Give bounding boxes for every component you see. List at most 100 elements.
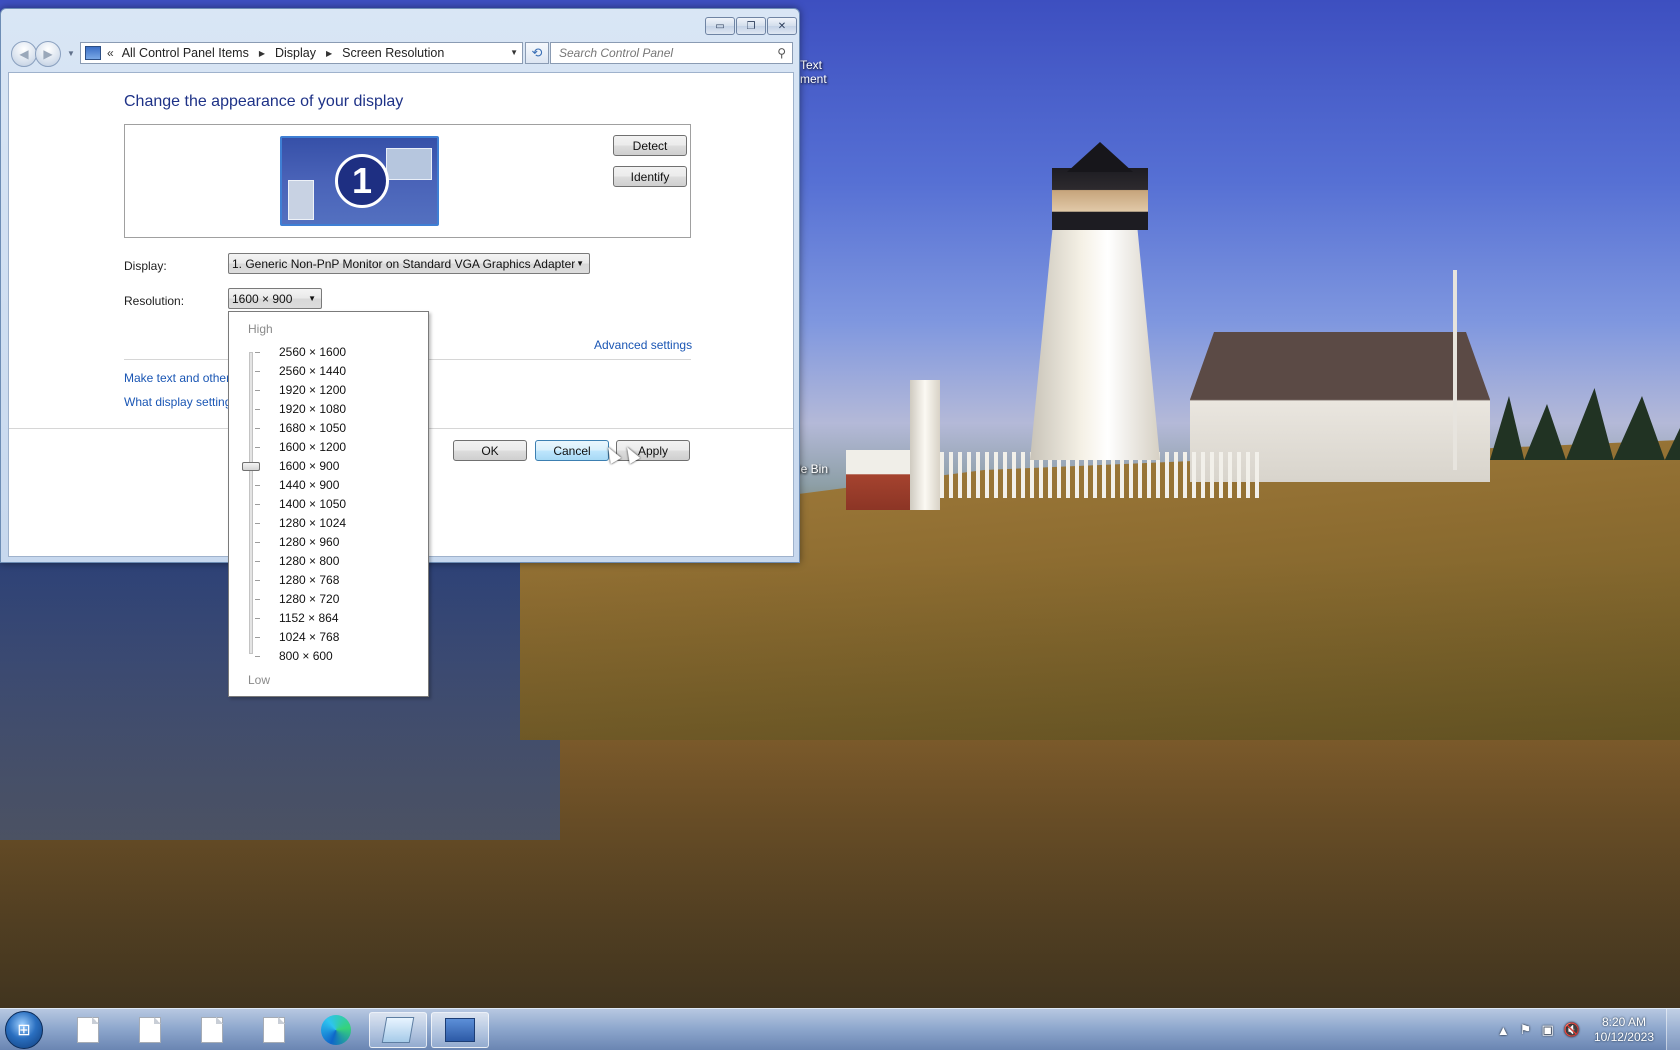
resolution-option[interactable]: 1152 × 864 <box>279 609 419 627</box>
document-icon <box>77 1017 99 1043</box>
recent-pages-dropdown-icon[interactable]: ▼ <box>67 49 75 58</box>
monitor-window-glyph <box>386 148 432 180</box>
back-button[interactable]: ◀ <box>11 41 37 67</box>
document-icon <box>139 1017 161 1043</box>
wallpaper-lighthouse-lantern <box>1052 168 1148 230</box>
monitor-arrangement-box: 1 Detect Identify <box>124 124 691 238</box>
resolution-option[interactable]: 1440 × 900 <box>279 476 419 494</box>
slider-tick-mark <box>255 656 260 657</box>
breadcrumb-all-control-panel-items[interactable]: All Control Panel Items <box>122 46 249 60</box>
control-panel-icon <box>445 1018 475 1042</box>
resolution-option[interactable]: 1600 × 1200 <box>279 438 419 456</box>
resolution-option[interactable]: 1920 × 1080 <box>279 400 419 418</box>
close-button[interactable]: ✕ <box>767 17 797 35</box>
slider-tick-mark <box>255 428 260 429</box>
search-icon[interactable]: ⚲ <box>777 46 786 60</box>
slider-tick-mark <box>255 409 260 410</box>
resolution-option[interactable]: 2560 × 1440 <box>279 362 419 380</box>
resolution-option[interactable]: 1280 × 768 <box>279 571 419 589</box>
display-settings-help-link[interactable]: What display setting <box>124 395 231 409</box>
resolution-select[interactable]: 1600 × 900 ▼ <box>228 288 322 309</box>
resolution-option[interactable]: 1280 × 1024 <box>279 514 419 532</box>
taskbar-text-document-3[interactable] <box>183 1012 241 1048</box>
show-desktop-button[interactable] <box>1666 1009 1680 1050</box>
document-icon <box>201 1017 223 1043</box>
minimize-button[interactable]: ▭ <box>705 17 735 35</box>
slider-tick-mark <box>255 390 260 391</box>
taskbar-edge-browser[interactable] <box>307 1012 365 1048</box>
slider-tick-mark <box>255 523 260 524</box>
chevron-down-icon: ▼ <box>576 259 584 268</box>
chevron-down-icon: ▼ <box>308 294 316 303</box>
resolution-option[interactable]: 1920 × 1200 <box>279 381 419 399</box>
monitor-1-thumbnail[interactable]: 1 <box>280 136 439 226</box>
resolution-slider-track[interactable] <box>249 352 253 654</box>
desktop-icon-recycle-bin-label[interactable]: le Bin <box>798 462 828 476</box>
clock-date: 10/12/2023 <box>1593 1030 1654 1044</box>
clock[interactable]: 8:20 AM 10/12/2023 <box>1594 1015 1654 1045</box>
restore-button[interactable]: ❐ <box>736 17 766 35</box>
resolution-label: Resolution: <box>124 294 185 308</box>
volume-muted-icon[interactable]: 🔇 <box>1564 1022 1580 1038</box>
resolution-option[interactable]: 1680 × 1050 <box>279 419 419 437</box>
navigation-bar: ◀ ▶ ▼ « All Control Panel Items ▶ Displa… <box>9 41 793 67</box>
taskbar-control-panel[interactable] <box>431 1012 489 1048</box>
slider-tick-mark <box>255 371 260 372</box>
forward-button[interactable]: ▶ <box>35 41 61 67</box>
breadcrumb-separator-icon[interactable]: ▶ <box>259 49 265 58</box>
ok-button[interactable]: OK <box>453 440 527 461</box>
address-bar[interactable]: « All Control Panel Items ▶ Display ▶ Sc… <box>80 42 523 64</box>
page-title: Change the appearance of your display <box>124 93 404 110</box>
breadcrumb-separator-icon[interactable]: ▶ <box>326 49 332 58</box>
identify-button[interactable]: Identify <box>613 166 687 187</box>
resolution-option[interactable]: 1400 × 1050 <box>279 495 419 513</box>
start-button[interactable]: ⊞ <box>5 1011 43 1049</box>
detect-button[interactable]: Detect <box>613 135 687 156</box>
cancel-button[interactable]: Cancel <box>535 440 609 461</box>
desktop-icon-label-line2: ment <box>800 72 827 86</box>
wallpaper-trees <box>1490 388 1680 460</box>
network-icon[interactable]: ▣ <box>1541 1022 1553 1038</box>
taskbar-text-document-1[interactable] <box>59 1012 117 1048</box>
resolution-option[interactable]: 1280 × 800 <box>279 552 419 570</box>
breadcrumb-display[interactable]: Display <box>275 46 316 60</box>
windows-logo-icon: ⊞ <box>17 1022 31 1039</box>
text-size-link[interactable]: Make text and other <box>124 371 230 385</box>
refresh-button[interactable]: ⟲ <box>525 42 549 64</box>
resolution-slider-thumb[interactable] <box>242 462 260 471</box>
taskbar-text-document-4[interactable] <box>245 1012 303 1048</box>
refresh-icon: ⟲ <box>531 45 543 60</box>
slider-tick-mark <box>255 561 260 562</box>
slider-tick-mark <box>255 447 260 448</box>
notepad-icon <box>381 1017 415 1043</box>
resolution-option[interactable]: 1024 × 768 <box>279 628 419 646</box>
resolution-option[interactable]: 800 × 600 <box>279 647 419 665</box>
slider-tick-mark <box>255 542 260 543</box>
taskbar-notepad[interactable] <box>369 1012 427 1048</box>
clock-time: 8:20 AM <box>1601 1015 1646 1029</box>
slider-tick-mark <box>255 599 260 600</box>
display-select-value: 1. Generic Non-PnP Monitor on Standard V… <box>232 256 576 271</box>
search-box[interactable]: ⚲ <box>550 42 793 64</box>
slider-tick-mark <box>255 504 260 505</box>
resolution-select-value: 1600 × 900 <box>232 291 293 306</box>
display-select[interactable]: 1. Generic Non-PnP Monitor on Standard V… <box>228 253 590 274</box>
slider-tick-mark <box>255 580 260 581</box>
forward-arrow-icon: ▶ <box>43 47 53 61</box>
advanced-settings-link[interactable]: Advanced settings <box>594 338 692 352</box>
taskbar-text-document-2[interactable] <box>121 1012 179 1048</box>
slider-tick-mark <box>255 637 260 638</box>
resolution-option[interactable]: 2560 × 1600 <box>279 343 419 361</box>
address-dropdown-icon[interactable]: ▼ <box>510 48 518 57</box>
resolution-option[interactable]: 1280 × 720 <box>279 590 419 608</box>
breadcrumb-overflow[interactable]: « <box>107 46 114 60</box>
action-center-flag-icon[interactable]: ⚑ <box>1520 1022 1532 1038</box>
resolution-option[interactable]: 1600 × 900 <box>279 457 419 475</box>
desktop-icon-text-document-label[interactable]: Text ment <box>800 58 827 86</box>
resolution-option[interactable]: 1280 × 960 <box>279 533 419 551</box>
show-hidden-icons-icon[interactable]: ▲ <box>1497 1023 1510 1038</box>
breadcrumb-screen-resolution[interactable]: Screen Resolution <box>342 46 444 60</box>
restore-icon: ❐ <box>746 20 756 32</box>
search-input[interactable] <box>559 46 759 60</box>
desktop-icon-label-line1: Text <box>800 58 823 72</box>
